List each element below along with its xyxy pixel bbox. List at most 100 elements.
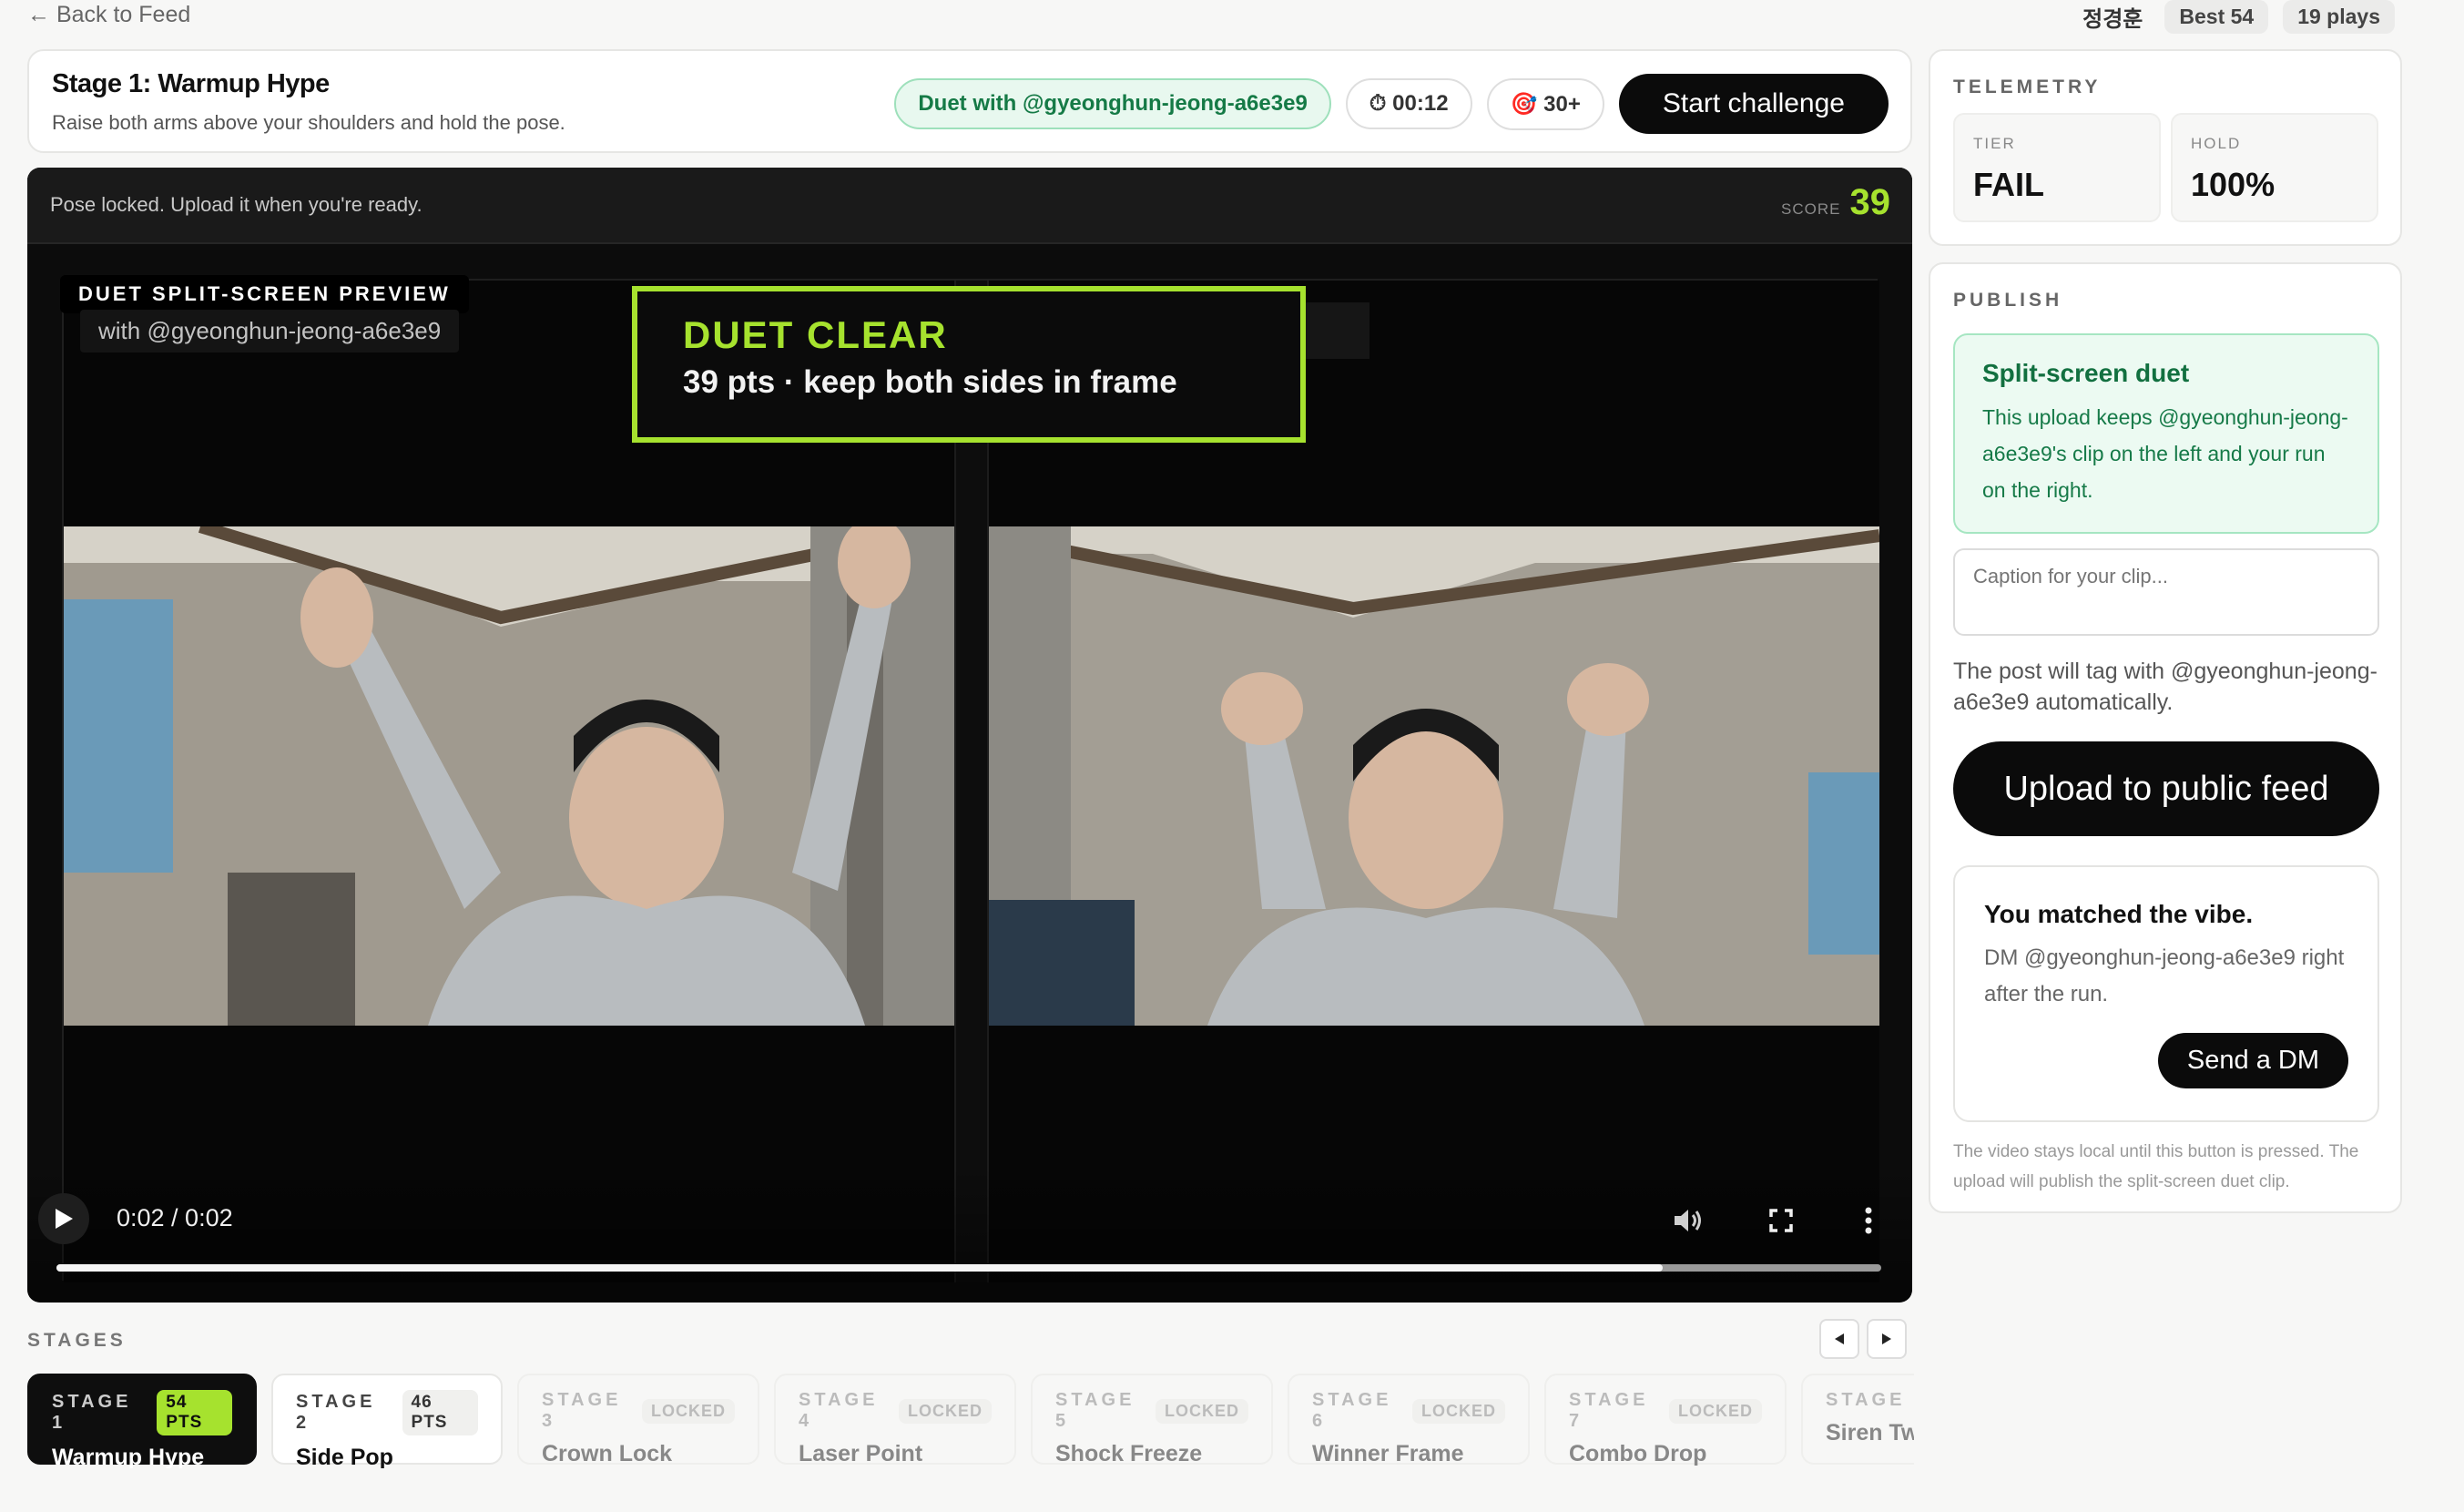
play-icon	[56, 1209, 73, 1229]
telemetry-label: TELEMETRY	[1953, 77, 2102, 97]
pose-status-text: Pose locked. Upload it when you're ready…	[50, 193, 423, 216]
stage-header-card: Stage 1: Warmup Hype Raise both arms abo…	[27, 49, 1912, 153]
duet-clear-subtitle: 39 pts · keep both sides in frame	[683, 364, 1177, 400]
stages-scroll-left-button[interactable]	[1819, 1319, 1859, 1359]
video-player: Pose locked. Upload it when you're ready…	[27, 168, 1912, 1303]
stage-number: STAGE 8	[1826, 1390, 1914, 1410]
target-pill: 🎯 30+	[1486, 77, 1604, 130]
stage-locked-badge: LOCKED	[899, 1398, 992, 1424]
stage-description: Raise both arms above your shoulders and…	[52, 111, 565, 134]
tag-note: The post will tag with @gyeonghun-jeong-…	[1953, 659, 2377, 715]
stage-points-badge: 54 PTS	[157, 1390, 232, 1435]
stage-card-8[interactable]: STAGE 8 Siren Twi	[1801, 1374, 1914, 1465]
video-status-bar: Pose locked. Upload it when you're ready…	[27, 168, 1912, 244]
caption-input[interactable]	[1953, 548, 2379, 636]
stage-number: STAGE 2	[296, 1392, 376, 1433]
stage-number: STAGE 5	[1055, 1390, 1135, 1431]
fullscreen-icon	[1769, 1209, 1793, 1232]
username: 정경훈	[2082, 7, 2143, 32]
send-dm-button[interactable]: Send a DM	[2157, 1033, 2348, 1088]
stage-name: Laser Point	[799, 1441, 923, 1466]
stage-card-1[interactable]: STAGE 1 54 PTS Warmup Hype	[27, 1374, 257, 1468]
stage-number: STAGE 6	[1312, 1390, 1392, 1431]
stages-list: STAGE 1 54 PTS Warmup Hype STAGE 2 46 PTS …	[27, 1374, 1914, 1468]
stage-locked-badge: LOCKED	[642, 1398, 735, 1424]
stage-locked-badge: LOCKED	[1156, 1398, 1248, 1424]
duet-info-description: This upload keeps @gyeonghun-jeong-a6e3e…	[1982, 405, 2348, 502]
stage-name: Winner Frame	[1312, 1441, 1464, 1466]
header-actions: Duet with @gyeonghun-jeong-a6e3e9 ⏱ 00:1…	[894, 74, 1889, 134]
partner-video-frame	[64, 526, 954, 1026]
publish-card: PUBLISH Split-screen duet This upload ke…	[1929, 262, 2402, 1213]
video-controls: 0:02 / 0:02	[27, 1166, 1912, 1303]
stage-name: Combo Drop	[1569, 1441, 1707, 1466]
tier-tile: TIER FAIL	[1953, 113, 2161, 222]
hold-tile: HOLD 100%	[2171, 113, 2378, 222]
tier-label: TIER	[1973, 135, 2016, 152]
start-challenge-button[interactable]: Start challenge	[1618, 74, 1889, 134]
stage-card-4[interactable]: STAGE 4 LOCKED Laser Point	[774, 1374, 1016, 1466]
stage-card-6[interactable]: STAGE 6 LOCKED Winner Frame	[1288, 1374, 1530, 1466]
stage-locked-badge: LOCKED	[1669, 1398, 1762, 1424]
play-button[interactable]	[38, 1193, 89, 1244]
duet-preview-tag: DUET SPLIT-SCREEN PREVIEW	[60, 275, 469, 313]
duet-info-title: Split-screen duet	[1982, 359, 2190, 387]
publish-label: PUBLISH	[1953, 290, 2063, 311]
stages-section-label: STAGES	[27, 1330, 127, 1351]
target-icon: 🎯	[1510, 91, 1538, 117]
stage-name: Shock Freeze	[1055, 1441, 1203, 1466]
stages-scroll-controls	[1819, 1319, 1907, 1359]
stage-number: STAGE 1	[52, 1392, 132, 1433]
duet-clear-title: DUET CLEAR	[683, 313, 948, 356]
score-display: SCORE 39	[1781, 182, 1890, 223]
user-stats: 정경훈 Best 54 19 plays	[2082, 0, 2395, 34]
tier-value: FAIL	[1973, 166, 2044, 203]
more-options-button[interactable]	[1850, 1202, 1887, 1239]
best-score-badge: Best 54	[2164, 0, 2269, 34]
stage-name: Siren Twi	[1826, 1420, 1914, 1446]
stage-card-5[interactable]: STAGE 5 LOCKED Shock Freeze	[1031, 1374, 1273, 1466]
back-to-feed-link[interactable]: ← Back to Feed	[27, 2, 190, 28]
more-vertical-icon	[1865, 1207, 1872, 1234]
upload-fine-print: The video stays local until this button …	[1953, 1142, 2359, 1191]
stage-name: Crown Lock	[542, 1441, 673, 1466]
partner-handle-tag: with @gyeonghun-jeong-a6e3e9	[80, 310, 460, 352]
vibe-description: DM @gyeonghun-jeong-a6e3e9 right after t…	[1984, 945, 2345, 1006]
hold-label: HOLD	[2191, 135, 2242, 152]
your-video-frame	[989, 526, 1879, 1026]
stage-number: STAGE 7	[1569, 1390, 1649, 1431]
hold-value: 100%	[2191, 166, 2276, 203]
stage-title: Stage 1: Warmup Hype	[52, 69, 330, 98]
vibe-title: You matched the vibe.	[1984, 900, 2254, 928]
fullscreen-button[interactable]	[1763, 1202, 1799, 1239]
telemetry-card: TELEMETRY TIER FAIL HOLD 100%	[1929, 49, 2402, 246]
stage-points-badge: 46 PTS	[402, 1390, 478, 1435]
caret-left-icon	[1835, 1333, 1844, 1344]
timer-pill: ⏱ 00:12	[1345, 78, 1472, 129]
stage-number: STAGE 3	[542, 1390, 622, 1431]
stage-card-2[interactable]: STAGE 2 46 PTS Side Pop	[271, 1374, 503, 1468]
matched-vibe-card: You matched the vibe. DM @gyeonghun-jeon…	[1953, 865, 2379, 1122]
score-label: SCORE	[1781, 200, 1841, 218]
stage-locked-badge: LOCKED	[1412, 1398, 1505, 1424]
score-value: 39	[1849, 182, 1891, 222]
target-value: 30+	[1543, 91, 1581, 117]
stage-card-3[interactable]: STAGE 3 LOCKED Crown Lock	[517, 1374, 759, 1466]
split-screen-duet-info: Split-screen duet This upload keeps @gye…	[1953, 333, 2379, 534]
volume-icon	[1675, 1210, 1701, 1231]
caret-right-icon	[1882, 1333, 1891, 1344]
stage-number: STAGE 4	[799, 1390, 879, 1431]
video-progress-fill	[56, 1264, 1663, 1272]
duet-clear-banner: DUET CLEAR 39 pts · keep both sides in f…	[632, 286, 1306, 443]
volume-button[interactable]	[1670, 1202, 1706, 1239]
stages-scroll-right-button[interactable]	[1867, 1319, 1907, 1359]
plays-count-badge: 19 plays	[2283, 0, 2395, 34]
video-time: 0:02 / 0:02	[117, 1204, 233, 1231]
stage-name: Side Pop	[296, 1445, 393, 1468]
stage-card-7[interactable]: STAGE 7 LOCKED Combo Drop	[1544, 1374, 1787, 1466]
video-progress-bar[interactable]	[56, 1264, 1881, 1272]
upload-to-public-feed-button[interactable]: Upload to public feed	[1953, 741, 2379, 836]
stage-name: Warmup Hype	[52, 1445, 205, 1468]
top-bar: ← Back to Feed 정경훈 Best 54 19 plays	[27, 0, 2395, 34]
duet-partner-pill: Duet with @gyeonghun-jeong-a6e3e9	[894, 78, 1331, 129]
